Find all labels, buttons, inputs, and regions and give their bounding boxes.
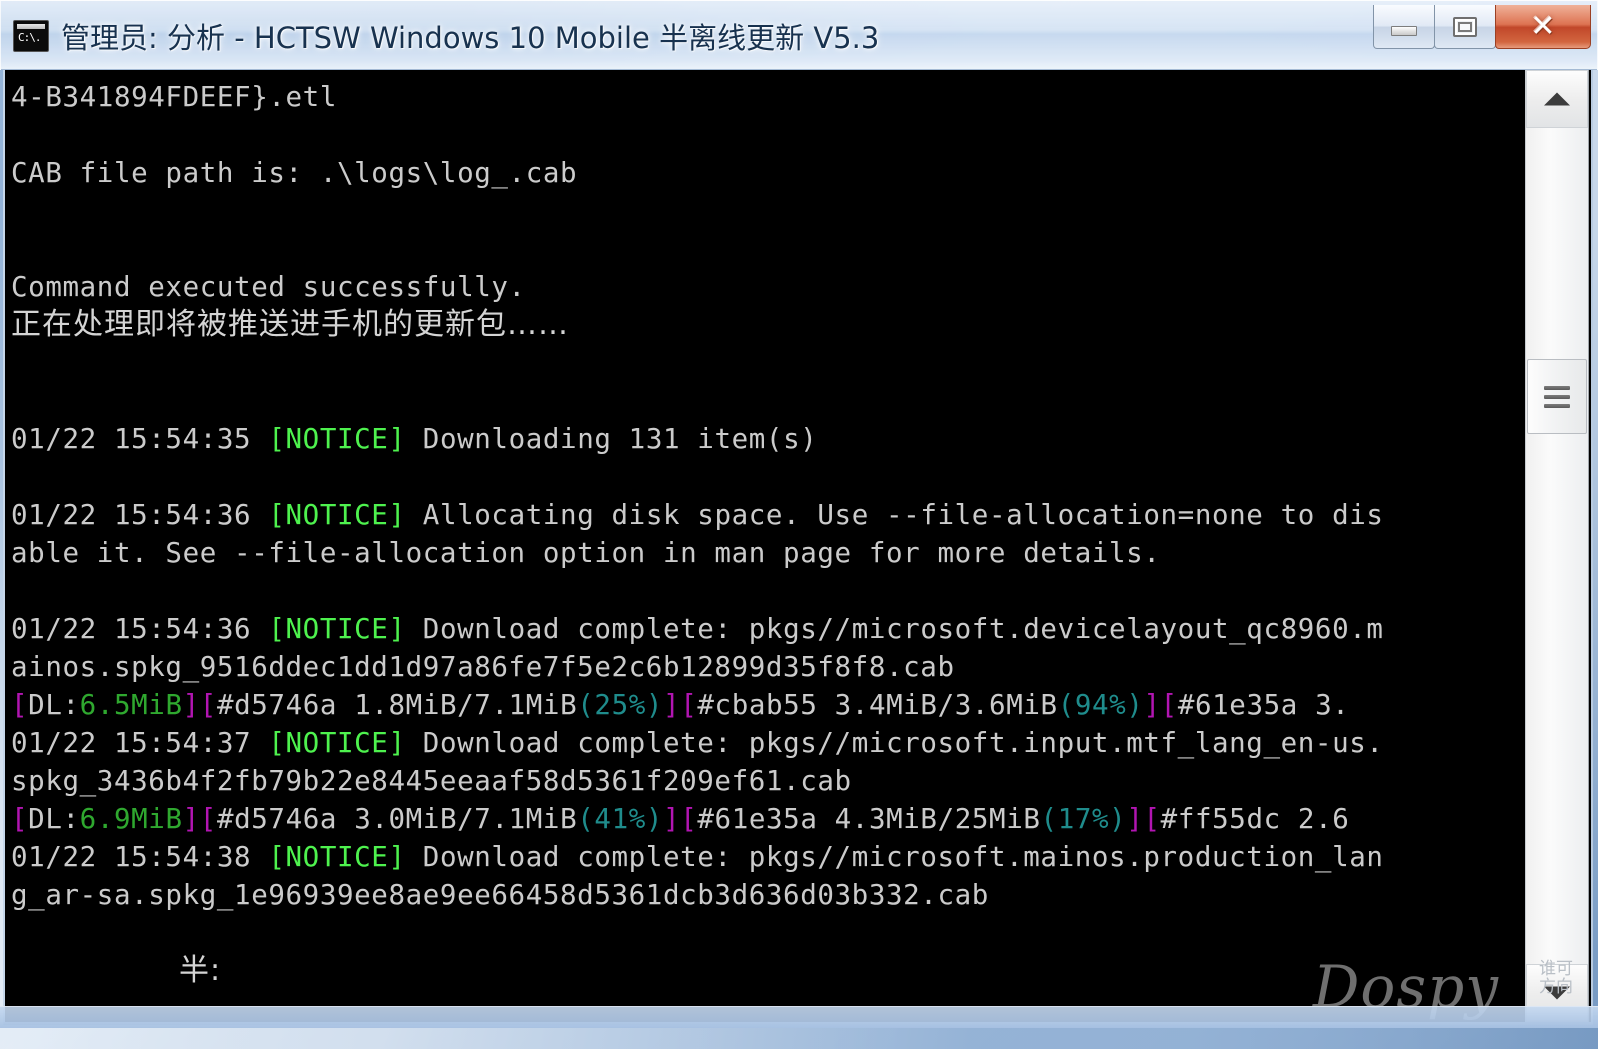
grip-line	[1544, 395, 1570, 399]
console-line: g_ar-sa.spkg_1e96939ee8ae9ee66458d5361dc…	[11, 879, 989, 911]
console-output[interactable]: 4-B341894FDEEF}.etl CAB file path is: .\…	[5, 70, 1525, 1022]
taskbar	[0, 1006, 1598, 1028]
console-line: 01/22 15:54:38 [NOTICE] Download complet…	[11, 841, 1384, 873]
console-line: spkg_3436b4f2fb79b22e8445eeaaf58d5361f20…	[11, 765, 852, 797]
close-button[interactable]: ✕	[1495, 5, 1591, 49]
console-icon-prompt-glyph: C:\.	[18, 30, 41, 44]
maximize-button[interactable]	[1434, 5, 1496, 49]
vertical-scrollbar[interactable]: 谁可 方向	[1525, 70, 1589, 1022]
console-line: 半:	[179, 953, 222, 988]
console-line: 01/22 15:54:35 [NOTICE] Downloading 131 …	[11, 423, 818, 455]
console-icon: C:\.	[13, 19, 49, 52]
console-line: able it. See --file-allocation option in…	[11, 537, 1161, 569]
window-titlebar[interactable]: C:\. 管理员: 分析 - HCTSW Windows 10 Mobile 半…	[0, 0, 1598, 70]
grip-line	[1544, 404, 1570, 408]
console-line: [DL:6.9MiB][#d5746a 3.0MiB/7.1MiB(41%)][…	[11, 803, 1350, 835]
scroll-up-button[interactable]	[1526, 70, 1588, 128]
console-client-area: 4-B341894FDEEF}.etl CAB file path is: .\…	[3, 70, 1593, 1025]
scrollbar-thumb[interactable]	[1527, 359, 1587, 434]
console-line: CAB file path is: .\logs\log_.cab	[11, 157, 578, 189]
window-title: 管理员: 分析 - HCTSW Windows 10 Mobile 半离线更新 …	[61, 20, 880, 55]
maximize-icon	[1453, 16, 1477, 37]
close-icon: ✕	[1530, 8, 1556, 44]
console-line: 01/22 15:54:37 [NOTICE] Download complet…	[11, 727, 1384, 759]
console-line: ainos.spkg_9516ddec1dd1d97a86fe7f5e2c6b1…	[11, 651, 955, 683]
minimize-icon	[1391, 25, 1417, 36]
console-window: C:\. 管理员: 分析 - HCTSW Windows 10 Mobile 半…	[0, 0, 1598, 1028]
grip-line	[1544, 386, 1570, 390]
chevron-up-icon	[1544, 92, 1570, 106]
console-icon-titlebar-stripe	[17, 23, 45, 29]
console-line: 01/22 15:54:36 [NOTICE] Download complet…	[11, 613, 1384, 645]
console-line: 正在处理即将被推送进手机的更新包……	[11, 307, 569, 342]
minimize-button[interactable]	[1373, 5, 1435, 49]
console-line: [DL:6.5MiB][#d5746a 1.8MiB/7.1MiB(25%)][…	[11, 689, 1350, 721]
console-line: 01/22 15:54:36 [NOTICE] Allocating disk …	[11, 499, 1384, 531]
window-controls: ✕	[1373, 5, 1591, 51]
console-line: 4-B341894FDEEF}.etl	[11, 81, 337, 113]
console-line: Command executed successfully.	[11, 271, 526, 303]
chevron-down-icon	[1544, 986, 1570, 1000]
